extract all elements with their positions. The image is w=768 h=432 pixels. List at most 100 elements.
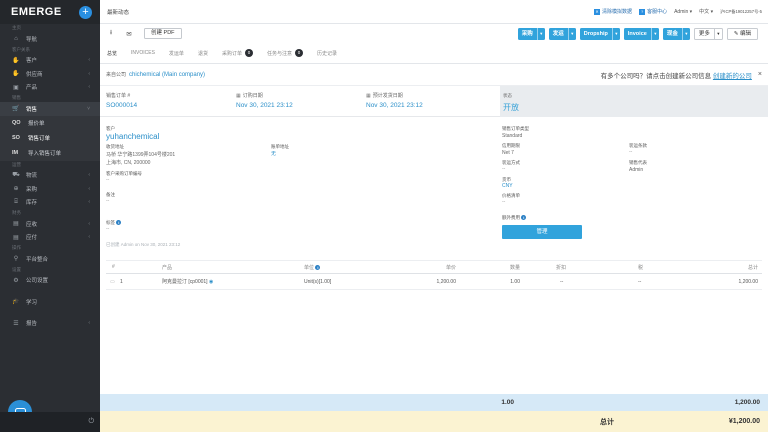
customer-block: 客户 yuhanchemical <box>106 126 159 141</box>
caret-down-icon[interactable]: ▼ <box>681 27 690 40</box>
info-icon[interactable]: i <box>116 220 122 226</box>
clear-demo-link[interactable]: ✕ 清除模拟数据 <box>594 8 632 15</box>
tab-history[interactable]: 历史记录 <box>317 43 337 64</box>
sidebar-item-label: 公司设置 <box>26 278 49 285</box>
sidebar-item-logistics[interactable]: ⛟ 物流 ‹ <box>0 169 100 183</box>
sidebar-section-home: 主页 <box>12 25 21 30</box>
sidebar-item-payables[interactable]: ▤ 应付 ‹ <box>0 231 100 245</box>
more-button[interactable]: 更多 ▼ <box>693 27 723 40</box>
tab-tasks[interactable]: 任务与注意 0 <box>267 43 303 64</box>
sidebar-item-learning[interactable]: 🎓 学习 <box>0 295 100 309</box>
help-link[interactable]: ? 客服中心 <box>639 8 667 15</box>
sidebar-item-label: 报告 <box>26 321 38 328</box>
dropship-button[interactable]: Dropship ▼ <box>579 27 620 40</box>
quantity-total-bar: 1.00 1,200.00 <box>100 394 768 411</box>
sidebar-item-reports[interactable]: ☰ 报告 ‹ <box>0 317 100 331</box>
sidebar: EMERGE + 主页 ⌂ 导航 客户关系 ✋ 客户 ‹ ✋ 供应商 ‹ ▣ 产品 ‹ 销售 … <box>0 0 100 432</box>
chevron-left-icon: ‹ <box>88 70 90 77</box>
mail-icon[interactable]: ✉ <box>122 30 136 38</box>
eye-icon[interactable]: ◉ <box>209 279 213 285</box>
col-product: 产品 <box>162 264 173 271</box>
box-icon: ▣ <box>13 84 19 91</box>
sidebar-item-sales[interactable]: 🛒 销售 ˅ <box>0 102 100 116</box>
order-type-label: 销售订单类型 <box>502 126 529 131</box>
sub-tag: SO <box>12 135 20 141</box>
admin-menu[interactable]: Admin ▾ <box>674 9 692 15</box>
sidebar-item-receivables[interactable]: ▤ 应收 ‹ <box>0 217 100 231</box>
sidebar-item-label: 应付 <box>26 235 38 242</box>
basket-icon: ⊕ <box>13 186 19 193</box>
sidebar-subitem-import[interactable]: IM 导入销售订单 <box>0 145 100 161</box>
tab-overview[interactable]: 总览 <box>107 43 118 65</box>
sidebar-item-suppliers[interactable]: ✋ 供应商 ‹ <box>0 67 100 81</box>
caret-down-icon[interactable]: ▼ <box>611 27 620 40</box>
tab-purchase-orders[interactable]: 采购订单 0 <box>222 43 253 64</box>
edit-button[interactable]: ✎ 编辑 <box>726 27 758 40</box>
payment-term-label: 信用期限 <box>502 143 520 148</box>
sidebar-section-finance: 财务 <box>12 210 21 215</box>
sidebar-item-nav[interactable]: ⌂ 导航 <box>0 32 100 46</box>
row-num: 1 <box>120 278 123 285</box>
sidebar-item-platform[interactable]: ⚲ 平台整合 <box>0 252 100 266</box>
app-logo: EMERGE <box>11 6 62 18</box>
graduation-icon: 🎓 <box>12 299 20 306</box>
download-icon[interactable]: ⭳ <box>104 28 118 39</box>
tab-ship-orders[interactable]: 发运单 <box>169 43 184 64</box>
logo-bar: EMERGE + <box>0 0 100 24</box>
create-company-link[interactable]: 创建新的公司 <box>713 73 752 80</box>
close-icon[interactable]: × <box>758 71 762 78</box>
ship-method: -- <box>502 166 506 172</box>
caret-down-icon[interactable]: ▼ <box>650 27 659 40</box>
tab-invoices[interactable]: INVOICES <box>131 43 155 64</box>
language-menu[interactable]: 中文 ▾ <box>699 8 713 15</box>
sidebar-item-label: 导航 <box>26 36 38 43</box>
add-icon[interactable]: + <box>79 5 92 19</box>
company-name[interactable]: chichemical (Main company) <box>129 72 205 78</box>
sales-rep-block: 销售代表 Admin <box>629 160 647 173</box>
caret-down-icon[interactable]: ▼ <box>567 27 576 40</box>
invoice-button[interactable]: Invoice ▼ <box>623 27 659 40</box>
customer-name[interactable]: yuhanchemical <box>106 132 159 141</box>
tags-label: 标签 <box>106 220 115 225</box>
ship-button[interactable]: 发运 ▼ <box>548 27 576 40</box>
chevron-left-icon: ‹ <box>88 320 90 327</box>
company-bar: 来自公司 chichemical (Main company) 有多个公司吗？请… <box>100 64 768 86</box>
sidebar-item-products[interactable]: ▣ 产品 ‹ <box>0 81 100 95</box>
bill-address[interactable]: 无 <box>271 150 289 157</box>
customer-po-label: 客户采购订单编号 <box>106 171 142 176</box>
col-total: 总计 <box>747 264 758 271</box>
caret-down-icon[interactable]: ▼ <box>536 27 545 40</box>
power-icon[interactable]: ⏻ <box>88 418 94 426</box>
status-badge: 开放 <box>503 103 519 112</box>
extra-fee-block: 额外费用 i <box>502 215 527 221</box>
purchase-button[interactable]: 采购 ▼ <box>517 27 545 40</box>
order-number-block: 销售订单 # SO000014 <box>100 86 230 116</box>
sidebar-item-customers[interactable]: ✋ 客户 ‹ <box>0 54 100 68</box>
comment-icon[interactable]: ▭ <box>110 279 115 285</box>
create-pdf-button[interactable]: 创建 PDF <box>144 28 182 39</box>
sidebar-item-purchasing[interactable]: ⊕ 采购 ‹ <box>0 182 100 196</box>
sales-rep-label: 销售代表 <box>629 160 647 165</box>
news-link[interactable]: 最新动态 <box>107 8 129 16</box>
sidebar-item-company[interactable]: ⚙ 公司设置 <box>0 274 100 288</box>
order-number: SO000014 <box>106 102 138 109</box>
chevron-left-icon: ‹ <box>88 57 90 64</box>
sidebar-subitem-sales-orders[interactable]: SO 销售订单 <box>0 130 100 146</box>
cash-button[interactable]: 现金 ▼ <box>662 27 690 40</box>
chart-icon: ⌂ <box>14 35 18 42</box>
table-row[interactable]: ▭ 1 阿克曼拉汀 [cp0001] ◉ Unit(s)[1.00] 1,200… <box>106 274 762 290</box>
currency[interactable]: CNY <box>502 183 513 189</box>
sidebar-subitem-quotes[interactable]: QO 报价单 <box>0 115 100 131</box>
pencil-icon: ✎ <box>733 30 739 37</box>
sidebar-item-inventory[interactable]: ⌸ 库存 ‹ <box>0 196 100 210</box>
sales-rep: Admin <box>629 167 644 173</box>
count-badge: 0 <box>244 49 253 57</box>
info-icon[interactable]: i <box>521 215 527 221</box>
manage-button[interactable]: 管理 <box>502 225 582 239</box>
caret-down-icon[interactable]: ▼ <box>713 28 722 39</box>
tab-returns[interactable]: 退货 <box>198 43 208 64</box>
status-label: 状态 <box>503 93 512 98</box>
order-type-block: 销售订单类型 Standard <box>502 126 529 139</box>
order-type: Standard <box>502 133 523 139</box>
info-icon[interactable]: i <box>315 264 321 270</box>
